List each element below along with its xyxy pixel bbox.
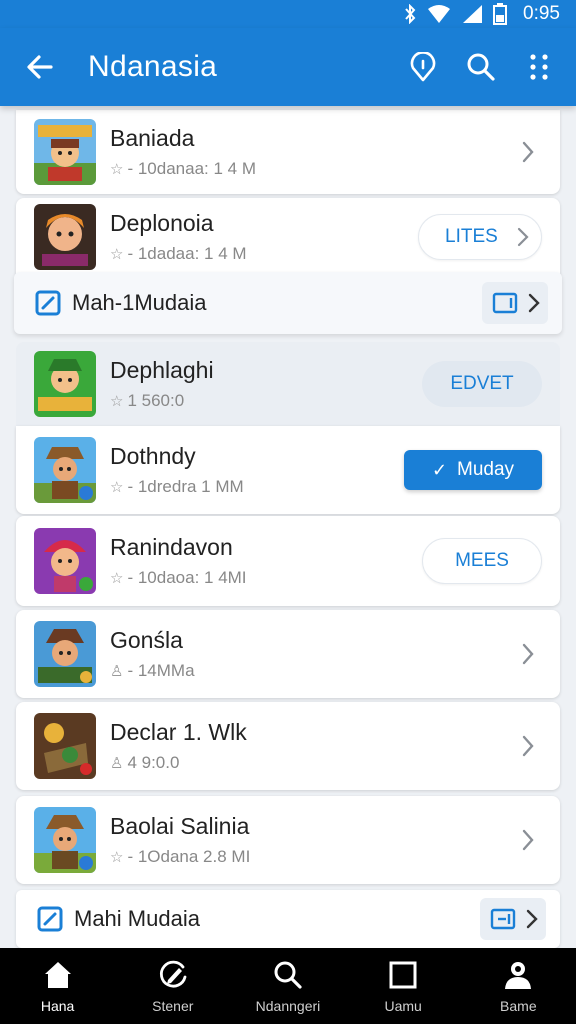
app-thumbnail (34, 204, 96, 270)
nav-label: Uamu (384, 998, 422, 1014)
list-item[interactable]: Baniada ☆ - 10danaa: 1 4 M (16, 110, 560, 194)
list-item[interactable]: Dothndy ☆ - 1dredra 1 MM ✓ Muday (16, 426, 560, 514)
banner-text: Mah-1Mudaia (72, 290, 207, 315)
item-meta: - 10danaa: 1 4 M (127, 158, 256, 178)
back-button[interactable] (12, 39, 68, 95)
chevron-right-icon[interactable] (510, 636, 546, 672)
chevron-right-icon (528, 293, 540, 313)
nav-label: Stener (152, 998, 194, 1014)
muday-button[interactable]: ✓ Muday (404, 450, 542, 490)
list-item[interactable]: Deplonoia ☆ - 1dadaa: 1 4 M LITES (16, 198, 560, 276)
banner-text: Mahi Mudaia (74, 906, 200, 931)
app-thumbnail (34, 437, 96, 503)
signal-icon (461, 4, 483, 24)
star-icon: ☆ (110, 245, 124, 263)
chevron-right-icon (526, 909, 538, 929)
more-vert-icon (530, 54, 548, 80)
item-meta: - 1Odana 2.8 MI (127, 846, 251, 866)
status-bar: 0:95 (0, 0, 576, 28)
location-button[interactable] (394, 39, 452, 95)
person-small-icon: ♙ (110, 754, 124, 772)
edit-box-icon (37, 906, 63, 932)
star-icon: ☆ (110, 848, 124, 866)
app-thumbnail (34, 528, 96, 594)
app-list: Baniada ☆ - 10danaa: 1 4 M Deplonoia ☆ - 1… (0, 106, 576, 948)
wifi-icon (427, 4, 451, 24)
arrow-left-icon (27, 55, 53, 79)
status-time: 0:95 (523, 3, 560, 24)
banner-action[interactable] (480, 898, 546, 940)
nav-label: Hana (40, 998, 75, 1014)
edit-icon (157, 958, 189, 992)
list-item[interactable]: Declar 1. Wlk ♙ 4 9:0.0 (16, 702, 560, 790)
app-thumbnail (34, 713, 96, 779)
item-meta: - 1dadaa: 1 4 M (127, 243, 247, 263)
nav-item-home[interactable]: Hana (3, 958, 113, 1014)
star-icon: ☆ (110, 478, 124, 496)
more-options-button[interactable] (510, 39, 568, 95)
nav-item-profile[interactable]: Bame (463, 958, 573, 1014)
item-name: Deplonoia (110, 210, 214, 237)
chevron-right-icon[interactable] (510, 822, 546, 858)
app-thumbnail (34, 621, 96, 687)
item-name: Baolai Salinia (110, 813, 250, 840)
item-meta: 4 9:0.0 (127, 752, 180, 772)
bottom-nav: Hana Stener Ndanngeri Uamu Bame (0, 948, 576, 1024)
muday-label: Muday (457, 459, 515, 480)
mudaia-banner[interactable]: Mah-1Mudaia (14, 272, 562, 334)
search-icon (467, 53, 495, 81)
star-icon: ☆ (110, 392, 124, 410)
item-meta: - 1dredra 1 MM (127, 476, 244, 496)
item-meta: 1 560:0 (127, 390, 185, 410)
app-thumbnail (34, 351, 96, 417)
banner-action[interactable] (482, 282, 548, 324)
square-icon (387, 958, 419, 992)
app-bar: Ndanasia (0, 28, 576, 106)
mees-button[interactable]: MEES (422, 538, 542, 584)
search-button[interactable] (452, 39, 510, 95)
app-thumbnail (34, 119, 96, 185)
mudaia-banner[interactable]: Mahi Mudaia (16, 890, 560, 948)
search-icon (272, 958, 304, 992)
nav-label: Bame (500, 998, 537, 1014)
page-title: Ndanasia (88, 50, 218, 83)
home-icon (42, 958, 74, 992)
edvet-button[interactable]: EDVET (422, 361, 542, 407)
nav-label: Ndanngeri (255, 998, 321, 1014)
chevron-right-icon[interactable] (510, 728, 546, 764)
pin-icon (410, 52, 436, 82)
person-icon (502, 958, 534, 992)
item-meta: - 10daoa: 1 4MI (127, 567, 247, 587)
item-name: Declar 1. Wlk (110, 719, 247, 746)
chevron-right-icon[interactable] (510, 134, 546, 170)
bluetooth-icon (403, 4, 417, 24)
nav-item-uamu[interactable]: Uamu (348, 958, 458, 1014)
list-item[interactable]: Dephlaghi ☆ 1 560:0 EDVET (16, 342, 560, 426)
edit-box-icon (35, 290, 61, 316)
nav-item-stener[interactable]: Stener (118, 958, 228, 1014)
list-item[interactable]: Ranindavon ☆ - 10daoa: 1 4MI MEES (16, 516, 560, 606)
check-icon: ✓ (431, 459, 448, 480)
list-item[interactable]: Gonśla ♙ - 14MMa (16, 610, 560, 698)
lites-label: LITES (445, 226, 498, 247)
list-item[interactable]: Baolai Salinia ☆ - 1Odana 2.8 MI (16, 796, 560, 884)
app-thumbnail (34, 807, 96, 873)
window-icon (492, 292, 518, 314)
chevron-right-icon (517, 227, 529, 247)
person-small-icon: ♙ (110, 662, 124, 680)
item-name: Ranindavon (110, 534, 233, 561)
window-icon (490, 908, 516, 930)
item-name: Dephlaghi (110, 357, 214, 384)
item-meta: - 14MMa (127, 660, 195, 680)
item-name: Baniada (110, 125, 195, 152)
nav-item-search[interactable]: Ndanngeri (233, 958, 343, 1014)
star-icon: ☆ (110, 569, 124, 587)
item-name: Gonśla (110, 627, 183, 654)
item-name: Dothndy (110, 443, 196, 470)
battery-icon (493, 3, 508, 25)
star-icon: ☆ (110, 160, 124, 178)
lites-button[interactable]: LITES (418, 214, 542, 260)
